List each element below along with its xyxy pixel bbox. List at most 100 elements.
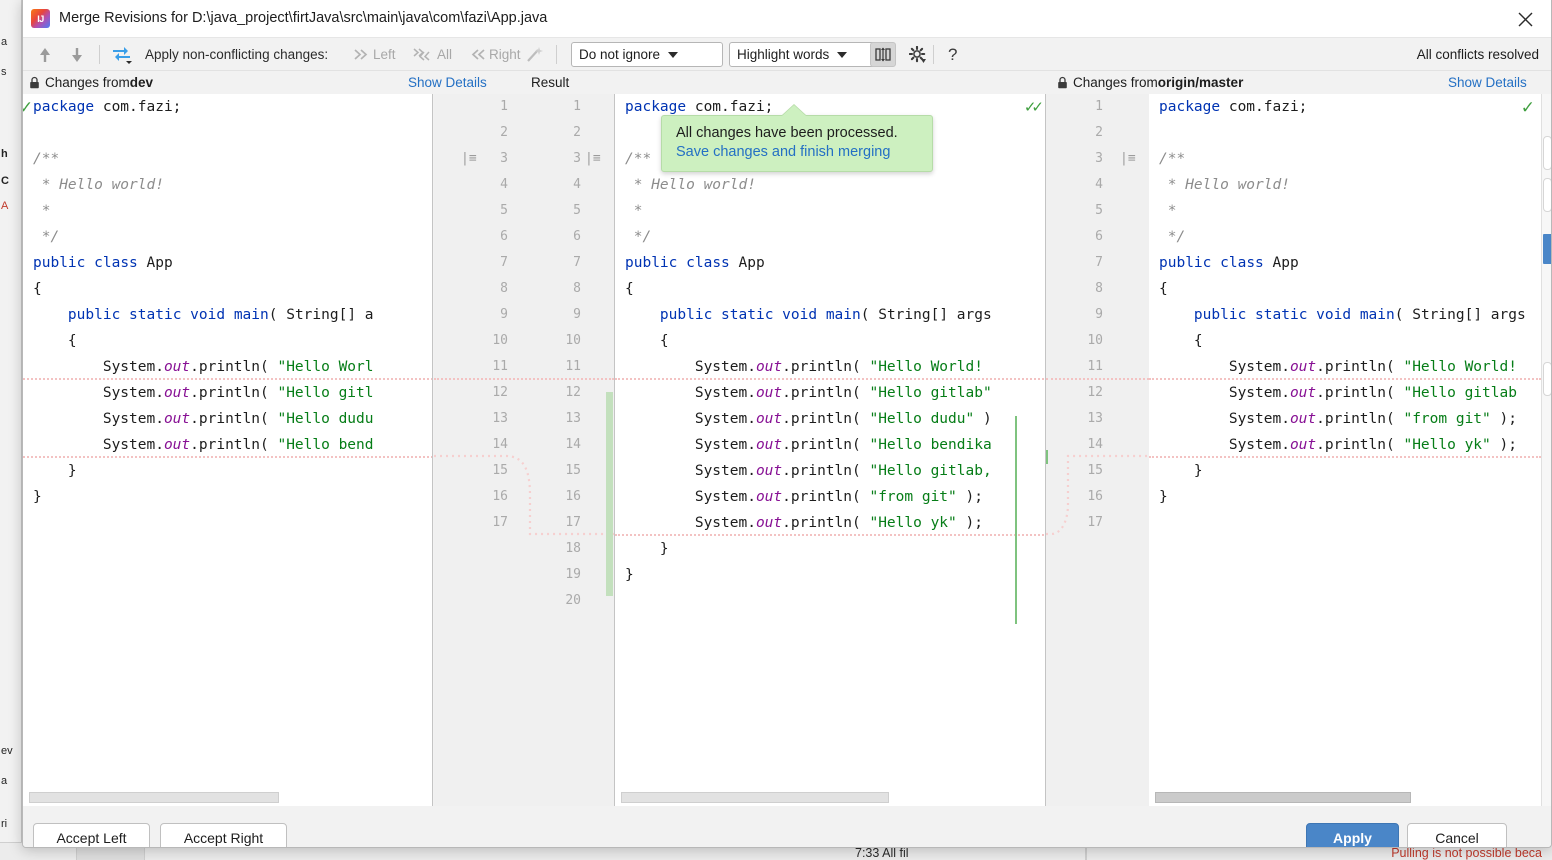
accept-left-button[interactable]: Accept Left (33, 823, 150, 847)
center-hscrollbar[interactable] (621, 792, 1039, 803)
center-conflict-divider-bottom (615, 534, 1045, 536)
code-token: public (659, 307, 713, 323)
code-token: public (67, 307, 121, 323)
code-token: void (1316, 307, 1352, 323)
line-number: 15 (565, 463, 581, 478)
bg-sliver-3: C (1, 175, 9, 187)
bg-sliver-7: ri (1, 818, 8, 830)
left-editor-panel[interactable]: ✓ package com.fazi; /** * Hello world! *… (23, 94, 433, 806)
right-marker-bar[interactable] (1541, 94, 1551, 806)
code-token: System. (33, 437, 164, 453)
left-code-content[interactable]: package com.fazi; /** * Hello world! * *… (33, 94, 374, 536)
code-line: System.out.println( "Hello gitl (33, 380, 374, 406)
help-icon[interactable]: ? (948, 38, 957, 71)
marker-change-3[interactable] (1543, 234, 1551, 264)
gear-icon[interactable] (905, 42, 931, 67)
lock-icon (1057, 76, 1068, 89)
balloon-action-link[interactable]: Save changes and finish merging (676, 144, 920, 160)
check-icon: ✓ (23, 99, 33, 116)
right-editor-panel[interactable]: ✓ package com.fazi; /** * Hello world! *… (1149, 94, 1551, 806)
code-token: out (755, 463, 783, 479)
close-icon[interactable] (1503, 2, 1547, 36)
right-hscrollbar[interactable] (1155, 792, 1535, 803)
code-token: */ (625, 229, 652, 245)
highlight-policy-select[interactable]: Highlight words (729, 42, 885, 67)
code-line: System.out.println( "Hello gitlab" (625, 380, 992, 406)
code-token: .println( (782, 489, 870, 505)
dialog-titlebar: IJ Merge Revisions for D:\java_project\f… (23, 0, 1551, 38)
code-line: } (1159, 458, 1526, 484)
cancel-button[interactable]: Cancel (1407, 823, 1507, 847)
code-token: /** (625, 151, 652, 167)
line-number: 6 (573, 229, 581, 244)
right-code-content[interactable]: package com.fazi; /** * Hello world! * *… (1159, 94, 1526, 536)
marker-change-2[interactable] (1543, 178, 1551, 212)
code-line: public static void main( String[] args (625, 302, 992, 328)
right-hscrollbar-thumb[interactable] (1155, 792, 1411, 803)
fold-region-icon[interactable]: |≡ (585, 146, 601, 172)
code-token: package (1159, 99, 1221, 115)
apply-all-button[interactable]: All (413, 38, 452, 71)
code-token: com.fazi; (1220, 99, 1308, 115)
line-number: 8 (573, 281, 581, 296)
background-sliver-text: a s h C A ev a ri (0, 0, 20, 860)
apply-button[interactable]: Apply (1306, 823, 1399, 847)
code-token: ); (956, 489, 983, 505)
side-by-side-icon[interactable] (870, 42, 896, 67)
line-number: 5 (573, 203, 581, 218)
code-line: System.out.println( "Hello World! (1159, 354, 1526, 380)
center-code-content[interactable]: package com.fazi; /** * Hello world! * *… (625, 94, 992, 614)
apply-left-button[interactable]: Left (353, 38, 396, 71)
code-token: package (33, 99, 95, 115)
line-number: 10 (565, 333, 581, 348)
code-token: .println( (782, 463, 870, 479)
code-line: } (1159, 484, 1526, 510)
left-hscrollbar-thumb[interactable] (29, 792, 279, 803)
code-line: { (1159, 328, 1526, 354)
code-token: ); (956, 515, 983, 531)
magic-wand-icon[interactable] (525, 38, 544, 71)
right-gutter-conflict-top (1046, 378, 1149, 380)
code-token: "from git" (1403, 411, 1491, 427)
code-token: out (163, 385, 191, 401)
left-conflict-divider-top (23, 378, 432, 380)
code-line: package com.fazi; (33, 94, 374, 120)
right-show-details-link[interactable]: Show Details (1448, 71, 1527, 94)
fold-region-icon[interactable]: |≡ (461, 146, 477, 172)
arrow-up-icon[interactable] (37, 38, 53, 71)
marker-change-4[interactable] (1543, 362, 1551, 396)
apply-nonconflicting-icon[interactable] (111, 38, 133, 71)
center-result-panel[interactable]: ✓✓ package com.fazi; /** * Hello world! … (614, 94, 1046, 806)
line-number: 20 (565, 593, 581, 608)
ignore-policy-select[interactable]: Do not ignore (571, 42, 723, 67)
code-token: } (625, 541, 669, 557)
fold-region-icon[interactable]: |≡ (1120, 146, 1136, 172)
code-line: * (1159, 198, 1526, 224)
line-number: 11 (1087, 359, 1103, 374)
center-hscrollbar-thumb[interactable] (621, 792, 889, 803)
code-token: out (755, 411, 783, 427)
code-token: out (1289, 385, 1317, 401)
line-number: 9 (1095, 307, 1103, 322)
code-token: /** (1159, 151, 1186, 167)
panel-captions: Changes from dev Show Details Result Cha… (23, 71, 1551, 94)
line-number: 3 (1095, 151, 1103, 166)
line-number: 14 (1087, 437, 1103, 452)
toolbar-separator-1 (99, 45, 100, 64)
accept-right-button[interactable]: Accept Right (160, 823, 287, 847)
code-line: System.out.println( "from git" ); (625, 484, 992, 510)
arrow-down-icon[interactable] (69, 38, 85, 71)
code-line: System.out.println( "Hello yk" ); (1159, 432, 1526, 458)
code-line: */ (33, 224, 374, 250)
left-show-details-link[interactable]: Show Details (408, 71, 487, 94)
line-number: 15 (1087, 463, 1103, 478)
marker-change-1[interactable] (1543, 136, 1551, 170)
left-hscrollbar[interactable] (29, 792, 425, 803)
code-token: main (825, 307, 861, 323)
bg-sliver-4: A (1, 200, 9, 212)
apply-right-button[interactable]: Right (469, 38, 521, 71)
